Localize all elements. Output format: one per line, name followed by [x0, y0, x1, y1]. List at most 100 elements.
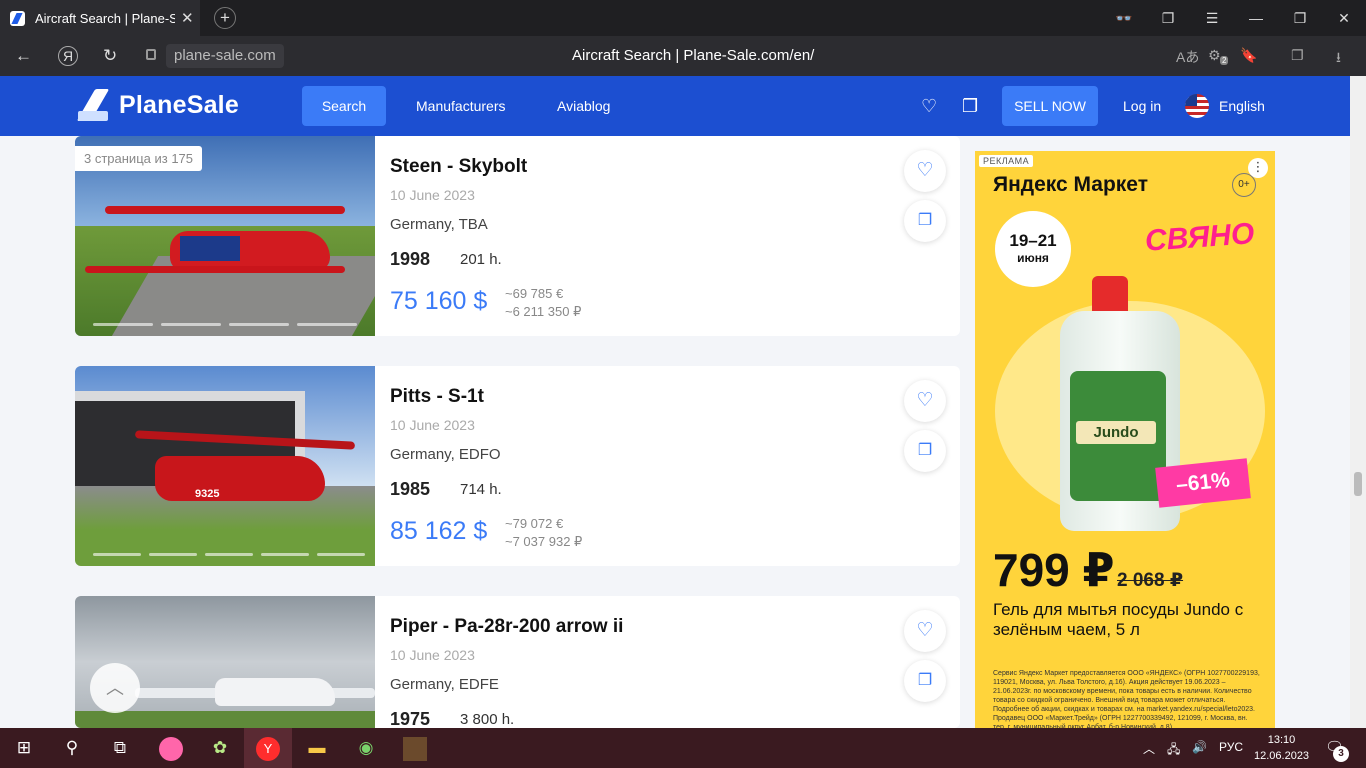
listing-title[interactable]: Piper - Pa-28r-200 arrow ii — [390, 616, 623, 638]
menu-icon[interactable]: ☰ — [1190, 10, 1234, 27]
listing-date: 10 June 2023 — [390, 647, 475, 663]
login-link[interactable]: Log in — [1123, 98, 1161, 114]
favorites-heart-icon[interactable]: ♡ — [921, 96, 937, 117]
price-rub: ~6 211 350 ₽ — [505, 304, 582, 319]
game-launcher-icon[interactable]: ◉ — [342, 728, 390, 768]
listing-hours: 3 800 h. — [460, 711, 515, 728]
photo-dots — [93, 323, 357, 326]
price-eur: ~79 072 € — [505, 516, 564, 531]
logo-text: PlaneSale — [119, 90, 239, 119]
photo-tail-number: 9325 — [195, 488, 220, 500]
listing-photo[interactable]: 9325 — [75, 366, 375, 566]
address-bar: ← Я ↻ plane-sale.com Aircraft Search | P… — [0, 36, 1366, 76]
listing-card[interactable]: Piper - Pa-28r-200 arrow ii 10 June 2023… — [75, 596, 960, 728]
network-icon[interactable]: 🖧 — [1167, 740, 1180, 761]
ad-tag: РЕКЛАМА — [979, 155, 1034, 167]
compare-icon[interactable]: ❐ — [904, 430, 946, 472]
compare-icon[interactable]: ❐ — [904, 660, 946, 702]
listing-date: 10 June 2023 — [390, 417, 475, 433]
photo-fuselage — [215, 678, 335, 706]
sell-now-button[interactable]: SELL NOW — [1002, 86, 1098, 126]
translate-icon[interactable]: Aあ — [1176, 47, 1199, 67]
page-scrollbar[interactable] — [1350, 76, 1366, 728]
file-explorer-icon[interactable]: ▬ — [293, 728, 341, 768]
collections-icon[interactable]: ❐ — [1146, 10, 1190, 27]
listing-photo[interactable]: 3 страница из 175 — [75, 136, 375, 336]
listing-title[interactable]: Steen - Skybolt — [390, 156, 527, 178]
listing-card[interactable]: 9325 Pitts - S-1t 10 June 2023 Germany, … — [75, 366, 960, 566]
browser-tab-active[interactable]: Aircraft Search | Plane-Sale.com/en/ ✕ — [0, 0, 200, 36]
reload-icon[interactable]: ↻ — [103, 46, 117, 66]
favorite-heart-icon[interactable]: ♡ — [904, 150, 946, 192]
search-icon[interactable]: ⚲ — [48, 728, 96, 768]
listing-price-converted: ~79 072 € ~7 037 932 ₽ — [505, 515, 582, 551]
tab-title: Aircraft Search | Plane-Sale.com/en/ — [35, 10, 175, 26]
messenger-app-icon[interactable]: ✿ — [196, 728, 244, 768]
game-app-icon[interactable] — [391, 728, 439, 768]
ad-promo-lettering: СВЯНО — [1143, 217, 1256, 258]
nav-search[interactable]: Search — [302, 86, 386, 126]
reading-list-icon[interactable]: ❐ — [1291, 47, 1304, 64]
favorite-heart-icon[interactable]: ♡ — [904, 380, 946, 422]
minimize-icon[interactable]: — — [1234, 10, 1278, 26]
favorite-heart-icon[interactable]: ♡ — [904, 610, 946, 652]
listing-location: Germany, EDFO — [390, 446, 501, 463]
volume-icon[interactable]: 🔊 — [1192, 740, 1207, 754]
task-view-icon[interactable]: ⧉ — [96, 728, 144, 768]
ad-fine-print: Сервис Яндекс Маркет предоставляется ООО… — [993, 670, 1260, 728]
keyboard-language[interactable]: РУС — [1219, 740, 1243, 754]
ad-age-rating: 0+ — [1232, 173, 1256, 197]
back-arrow-icon[interactable]: ← — [15, 46, 32, 66]
listing-price: 85 162 $ — [390, 517, 488, 545]
photo-lower-wing — [85, 266, 345, 273]
scrollbar-thumb[interactable] — [1354, 472, 1362, 496]
close-window-icon[interactable]: ✕ — [1322, 10, 1366, 27]
bookmark-icon[interactable]: 🔖 — [1240, 47, 1257, 64]
price-rub: ~7 037 932 ₽ — [505, 534, 583, 549]
listing-card[interactable]: 3 страница из 175 Steen - Skybolt 10 Jun… — [75, 136, 960, 336]
ad-old-price: 2 068 ₽ — [1117, 570, 1184, 591]
photo-flag-livery — [180, 236, 240, 261]
compare-icon[interactable]: ❐ — [962, 96, 978, 117]
planesale-logo-icon — [78, 89, 112, 121]
page-title-display[interactable]: Aircraft Search | Plane-Sale.com/en/ — [572, 47, 814, 64]
tray-chevron-up-icon[interactable]: ︿ — [1143, 740, 1155, 757]
listing-hours: 714 h. — [460, 481, 502, 498]
ad-month: июня — [1017, 251, 1049, 265]
extension-icon[interactable]: ⚙ — [1208, 47, 1221, 64]
photo-dots — [93, 553, 365, 556]
tab-close-icon[interactable]: ✕ — [181, 9, 194, 27]
compare-icon[interactable]: ❐ — [904, 200, 946, 242]
listing-date: 10 June 2023 — [390, 187, 475, 203]
bottle-label: Jundo — [1070, 371, 1166, 501]
yandex-browser-icon[interactable]: Y — [244, 728, 292, 768]
notification-count: 3 — [1333, 746, 1349, 762]
planesale-logo[interactable]: PlaneSale — [78, 89, 239, 121]
yandex-home-icon[interactable]: Я — [58, 46, 78, 66]
nav-manufacturers[interactable]: Manufacturers — [416, 98, 505, 114]
listing-hours: 201 h. — [460, 251, 502, 268]
restore-icon[interactable]: ❐ — [1278, 10, 1322, 27]
windows-start-icon[interactable]: ⊞ — [0, 728, 48, 768]
ad-product-name: Гель для мытья посуды Jundo с зелёным ча… — [993, 600, 1244, 639]
language-selector[interactable]: English — [1219, 98, 1265, 114]
new-tab-button[interactable]: + — [214, 7, 236, 29]
photo-grass — [75, 711, 375, 728]
listing-year: 1975 — [390, 709, 431, 728]
system-clock[interactable]: 13:10 12.06.2023 — [1254, 732, 1309, 764]
ad-discount-badge: –61% — [1155, 458, 1251, 508]
us-flag-icon[interactable] — [1185, 94, 1209, 118]
osu-app-icon[interactable] — [147, 728, 195, 768]
listing-title[interactable]: Pitts - S-1t — [390, 386, 484, 408]
downloads-icon[interactable]: ⭳ — [1336, 47, 1341, 71]
notification-center-icon[interactable]: 🗨3 — [1325, 738, 1349, 762]
url-domain[interactable]: plane-sale.com — [166, 44, 284, 68]
incognito-glasses-icon[interactable]: 👓 — [1102, 10, 1146, 27]
nav-aviablog[interactable]: Aviablog — [557, 98, 610, 114]
price-eur: ~69 785 € — [505, 286, 564, 301]
lock-icon[interactable] — [146, 49, 156, 60]
scroll-to-top-chevron-icon[interactable]: ︿ — [90, 663, 140, 713]
page-counter-badge: 3 страница из 175 — [75, 146, 203, 171]
listing-year: 1998 — [390, 249, 431, 269]
yandex-market-ad[interactable]: РЕКЛАМА ⋮ Яндекс Маркет 0+ 19–21 июня СВ… — [975, 151, 1275, 728]
